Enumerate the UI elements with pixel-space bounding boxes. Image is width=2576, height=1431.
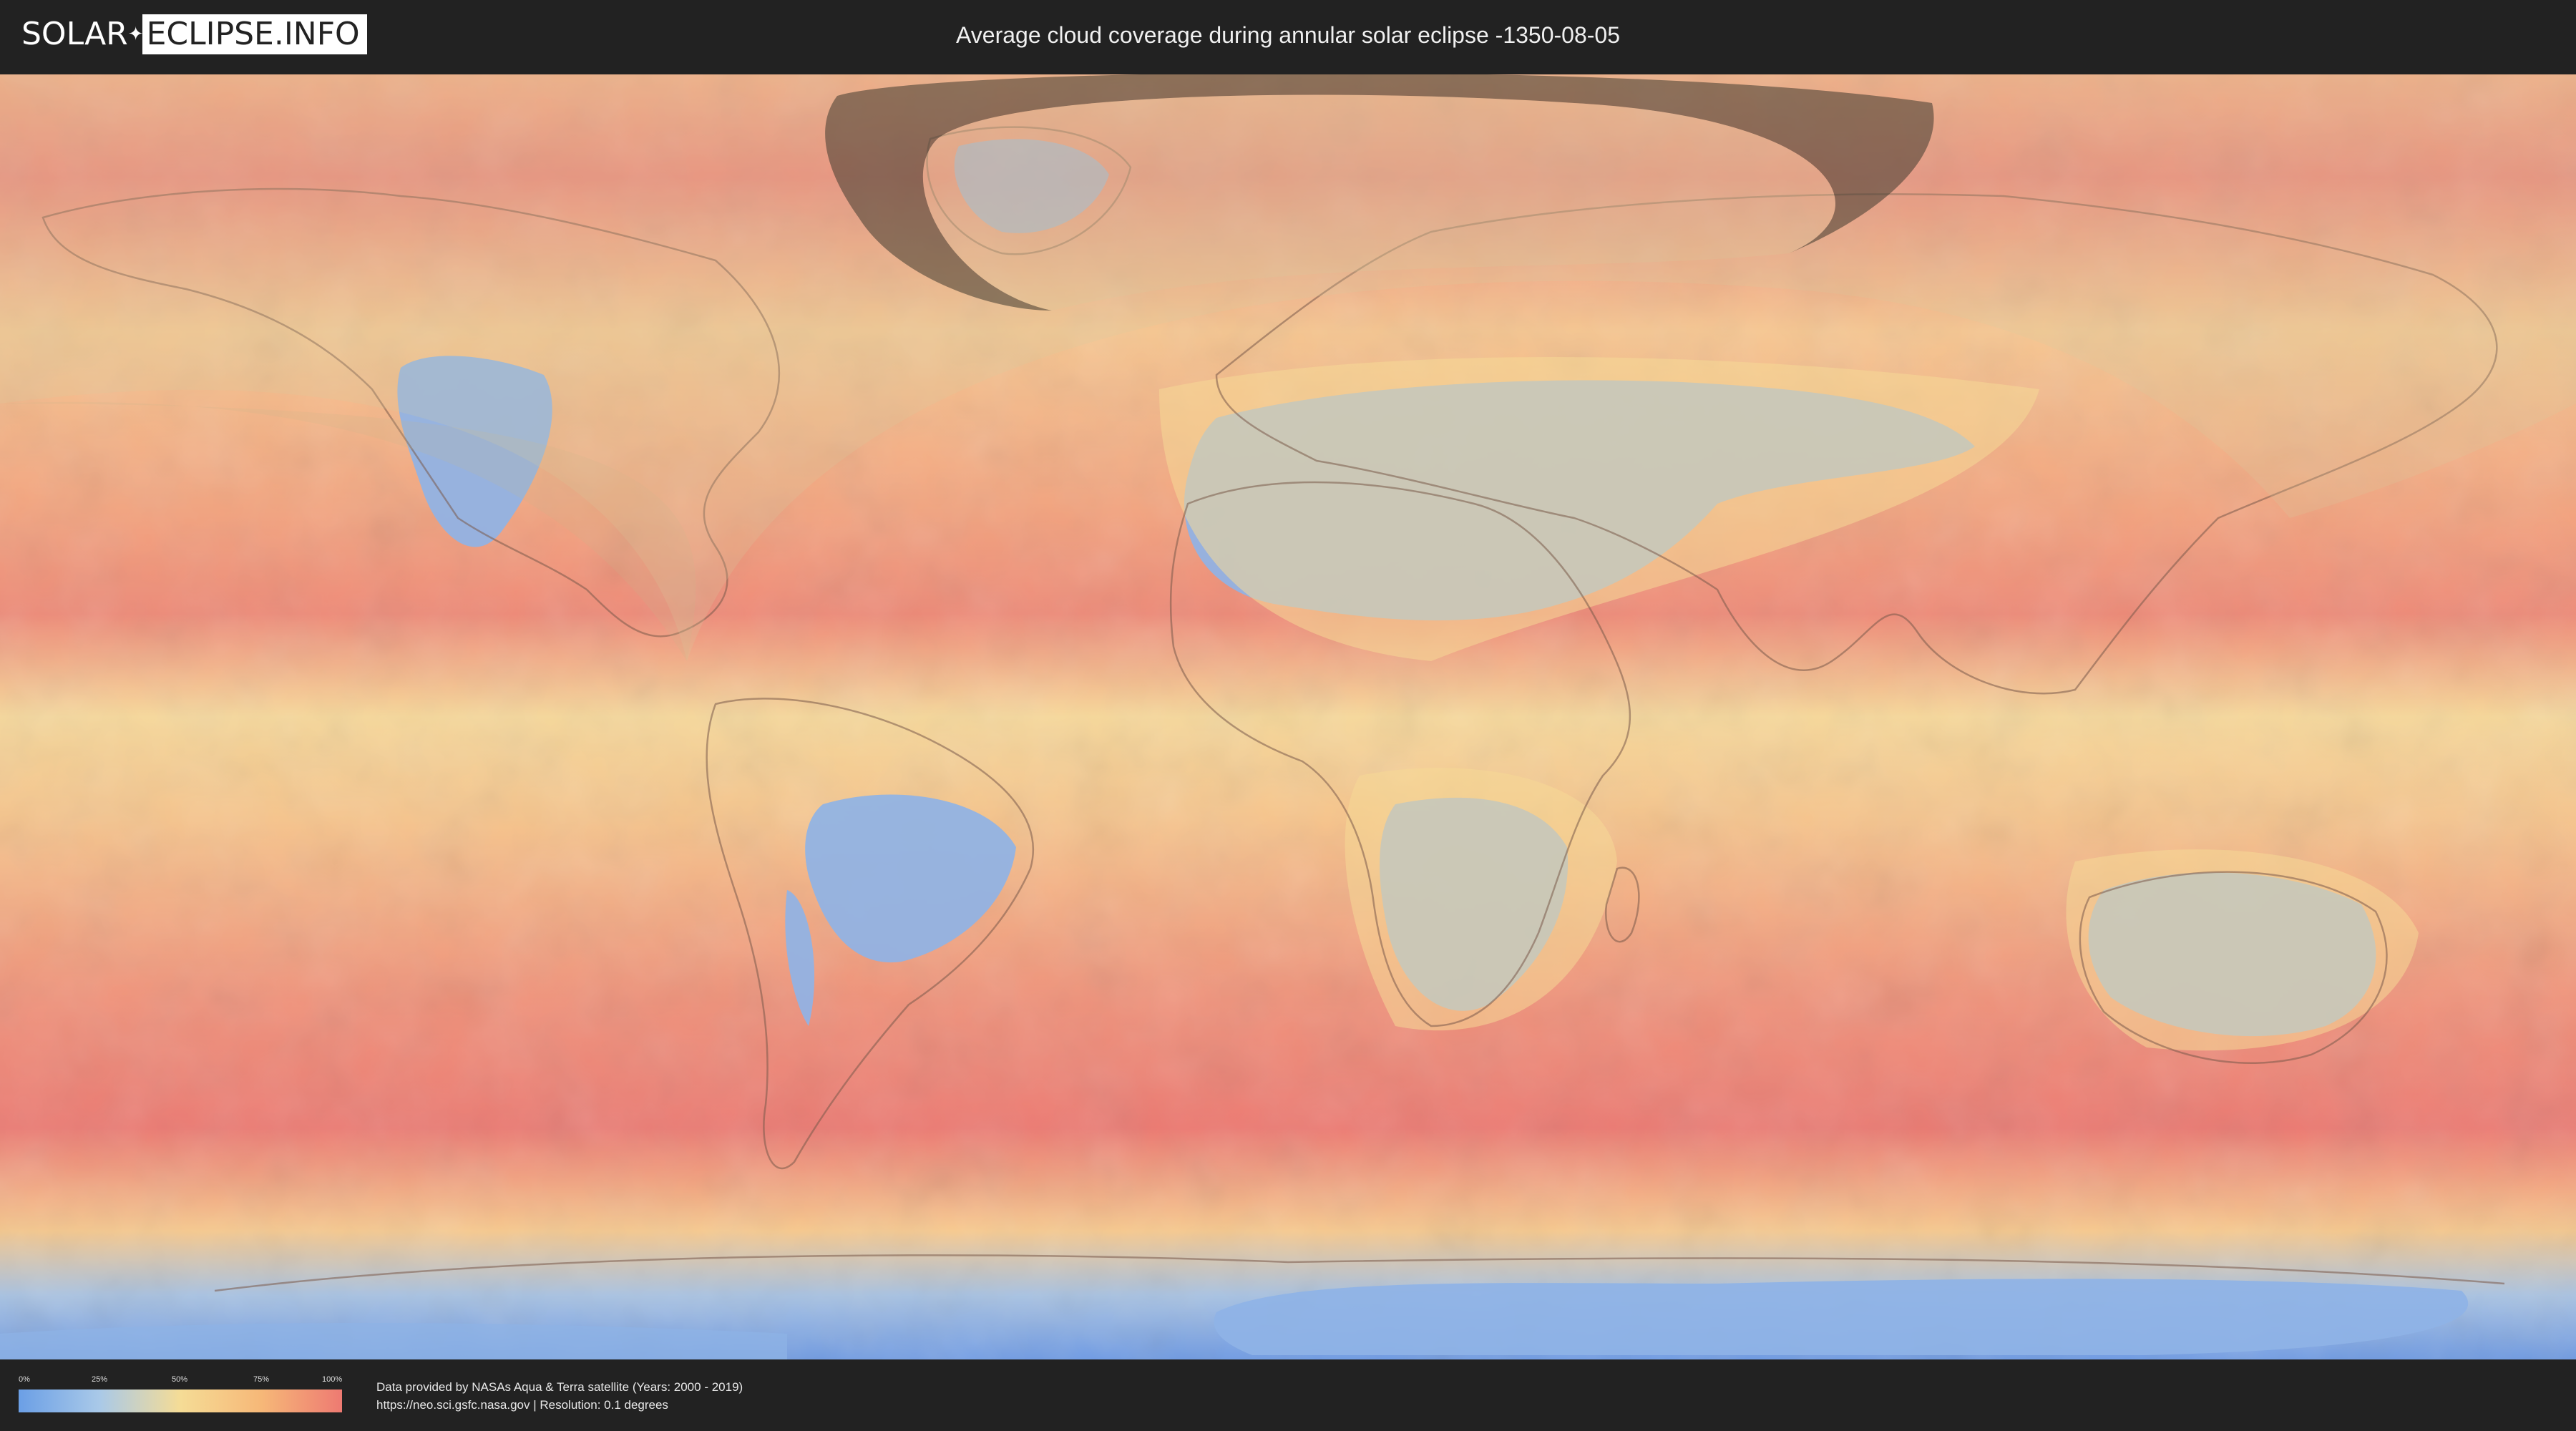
legend-tick: 75% bbox=[253, 1375, 270, 1384]
credits-line-1: Data provided by NASAs Aqua & Terra sate… bbox=[376, 1380, 743, 1394]
page-title: Average cloud coverage during annular so… bbox=[956, 22, 1620, 48]
cloud-coverage-map[interactable] bbox=[0, 74, 2576, 1359]
region-antarctica bbox=[1214, 1279, 2469, 1355]
legend-tick: 0% bbox=[19, 1375, 30, 1384]
credits-line-2[interactable]: https://neo.sci.gsfc.nasa.gov | Resoluti… bbox=[376, 1396, 743, 1414]
legend-tick: 100% bbox=[322, 1375, 343, 1384]
legend-color-bar bbox=[19, 1390, 342, 1412]
world-map-svg bbox=[0, 74, 2576, 1359]
legend-tick: 50% bbox=[172, 1375, 188, 1384]
legend-tick: 25% bbox=[92, 1375, 108, 1384]
data-credits: Data provided by NASAs Aqua & Terra sate… bbox=[376, 1378, 743, 1414]
legend-tick-labels: 0% 25% 50% 75% 100% bbox=[19, 1375, 343, 1385]
header-bar: SOLAR ✦ ECLIPSE.INFO Average cloud cover… bbox=[0, 0, 2576, 70]
